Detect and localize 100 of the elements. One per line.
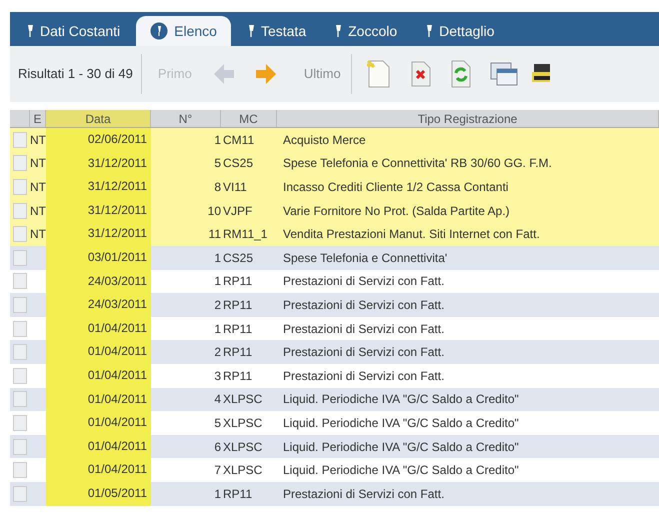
table-row[interactable]: 01/04/2011 4 XLPSC Liquid. Periodiche IVA "G/C Saldo a Credito"	[10, 388, 659, 412]
pin-icon	[150, 22, 168, 40]
table-cell: 1	[214, 132, 221, 147]
table-cell: 1	[214, 322, 221, 336]
table-cell: 8	[214, 180, 221, 194]
window-icon[interactable]	[490, 61, 518, 87]
table-row[interactable]: 01/04/2011 2 RP11 Prestazioni di Servizi con Fatt.	[10, 340, 659, 364]
table-row[interactable]: NT 31/12/2011 10 VJPF Varie Fornitore No Prot. (Salda Partite Ap.)	[10, 198, 659, 222]
table-row[interactable]: 24/03/2011 2 RP11 Prestazioni di Servizi con Fatt.	[10, 293, 659, 317]
table-cell: XLPSC	[223, 416, 262, 430]
table-cell: 6	[214, 440, 221, 454]
table-cell: Prestazioni di Servizi con Fatt.	[283, 345, 444, 360]
row-checkbox[interactable]	[13, 273, 27, 290]
table-cell: RP11	[223, 368, 252, 383]
table-cell: 31/12/2011	[88, 202, 147, 217]
table-cell: 01/04/2011	[88, 368, 147, 382]
table-cell: 1	[214, 250, 221, 265]
table-cell: 01/04/2011	[88, 344, 147, 358]
table-cell: Liquid. Periodiche IVA "G/C Saldo a Credito"	[283, 440, 519, 454]
table-cell: 31/12/2011	[88, 179, 147, 194]
table-cell: 01/04/2011	[88, 392, 147, 406]
table-cell: Varie Fornitore No Prot. (Salda Partite Ap.)	[283, 204, 510, 218]
row-checkbox[interactable]	[13, 132, 27, 148]
table-cell: RP11	[223, 322, 252, 336]
table-cell: 2	[214, 298, 221, 312]
row-checkbox[interactable]	[13, 155, 27, 172]
table-cell: Spese Telefonia e Connettivita'	[283, 250, 448, 265]
tab[interactable]: Dati Costanti	[14, 16, 132, 46]
table-row[interactable]: 03/01/2011 1 CS25 Spese Telefonia e Connettivita'	[10, 246, 659, 270]
table-cell: 5	[214, 416, 221, 430]
row-checkbox[interactable]	[13, 462, 27, 478]
delete-document-icon[interactable]	[410, 60, 432, 88]
tab[interactable]: Zoccolo	[322, 16, 410, 46]
table-cell: Prestazioni di Servizi con Fatt.	[283, 274, 444, 288]
table-cell: RM11_1	[223, 227, 268, 242]
table-cell: 01/04/2011	[88, 438, 147, 453]
table-cell: Prestazioni di Servizi con Fatt.	[283, 322, 444, 336]
table-cell: Vendita Prestazioni Manut. Siti Internet con Fatt.	[283, 227, 540, 242]
table-cell: 02/06/2011	[88, 132, 147, 146]
table-cell: CS25	[223, 250, 254, 265]
table-cell: Liquid. Periodiche IVA "G/C Saldo a Credito"	[283, 416, 519, 430]
table-cell: RP11	[223, 345, 252, 360]
table-cell: NT	[30, 156, 46, 170]
row-checkbox[interactable]	[13, 414, 27, 431]
table-cell: 2	[214, 345, 221, 360]
table-row[interactable]: NT 02/06/2011 1 CM11 Acquisto Merce	[10, 128, 659, 152]
row-checkbox[interactable]	[13, 296, 27, 313]
column-header[interactable]: Tipo Registrazione	[277, 110, 659, 127]
table-cell: 31/12/2011	[88, 226, 147, 240]
table-cell: 01/04/2011	[88, 320, 147, 335]
table-row[interactable]: 01/04/2011 6 XLPSC Liquid. Periodiche IVA "G/C Saldo a Credito"	[10, 434, 659, 458]
refresh-document-icon[interactable]	[450, 59, 472, 89]
table-cell: CS25	[223, 156, 254, 170]
table-cell: Spese Telefonia e Connettivita' RB 30/60 GG. F.M.	[283, 156, 552, 170]
table-cell: Liquid. Periodiche IVA "G/C Saldo a Credito"	[283, 463, 519, 478]
pin-icon	[334, 24, 342, 38]
row-checkbox[interactable]	[13, 202, 27, 219]
new-document-icon[interactable]	[366, 59, 392, 89]
row-checkbox[interactable]	[13, 226, 27, 242]
table-row[interactable]: NT 31/12/2011 11 RM11_1 Vendita Prestazioni Manut. Siti Internet con Fatt.	[10, 222, 659, 246]
row-checkbox[interactable]	[13, 368, 27, 384]
table-cell: 7	[214, 463, 221, 478]
row-checkbox[interactable]	[13, 486, 27, 502]
row-checkbox[interactable]	[13, 178, 27, 195]
table-row[interactable]: 01/05/2011 1 RP11 Prestazioni di Servizi con Fatt.	[10, 482, 659, 506]
table-cell: 11	[208, 227, 221, 242]
row-checkbox[interactable]	[13, 250, 27, 266]
table-cell: Acquisto Merce	[283, 132, 366, 147]
table-cell: VJPF	[223, 204, 252, 218]
table-cell: 3	[214, 368, 221, 383]
row-checkbox[interactable]	[13, 391, 27, 408]
next-button[interactable]	[254, 62, 278, 86]
table-cell: 31/12/2011	[88, 156, 147, 170]
row-checkbox[interactable]	[13, 320, 27, 337]
table-cell: 1	[214, 486, 221, 501]
table-row[interactable]: 01/04/2011 1 RP11 Prestazioni di Servizi con Fatt.	[10, 316, 659, 340]
table-cell: Prestazioni di Servizi con Fatt.	[283, 486, 444, 501]
row-checkbox[interactable]	[13, 438, 27, 455]
table-cell: Prestazioni di Servizi con Fatt.	[283, 298, 444, 312]
pin-icon	[425, 24, 434, 38]
tab[interactable]: Elenco	[136, 16, 231, 46]
results-count: Risultati 1 - 30 di 49	[17, 65, 134, 84]
table-cell: XLPSC	[223, 463, 262, 478]
table-cell: RP11	[223, 274, 252, 288]
table-cell: CM11	[223, 132, 254, 147]
table-cell: RP11	[223, 298, 252, 312]
row-checkbox[interactable]	[13, 344, 27, 360]
table-row[interactable]: 24/03/2011 1 RP11 Prestazioni di Servizi con Fatt.	[10, 270, 659, 294]
table-row[interactable]: NT 31/12/2011 5 CS25 Spese Telefonia e Connettivita' RB 30/60 GG. F.M.	[10, 152, 659, 176]
column-header[interactable]: MC	[221, 110, 277, 127]
table-cell: 1	[214, 274, 221, 288]
tab[interactable]: Dettaglio	[413, 16, 506, 46]
column-header[interactable]: N°	[151, 110, 221, 127]
pin-icon	[26, 24, 34, 38]
tab[interactable]: Testata	[234, 16, 318, 46]
table-cell: VI11	[223, 180, 247, 194]
table-row[interactable]: NT 31/12/2011 8 VI11 Incasso Crediti Cliente 1/2 Cassa Contanti	[10, 175, 659, 199]
table-cell: XLPSC	[223, 440, 262, 454]
column-header[interactable]: Data	[46, 110, 151, 127]
table-cell: Prestazioni di Servizi con Fatt.	[283, 368, 444, 383]
